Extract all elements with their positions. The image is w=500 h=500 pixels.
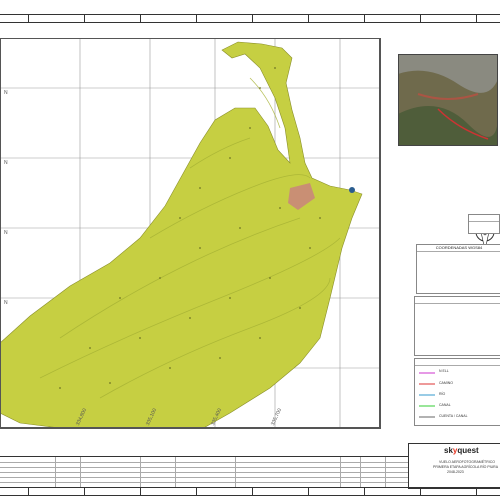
- frame-tick: [308, 488, 309, 495]
- frame-tick: [420, 488, 421, 495]
- skyquest-logo: skyquest: [444, 446, 479, 455]
- frame-tick: [364, 488, 365, 495]
- frame-tick: [28, 488, 29, 495]
- frame-tick: [196, 488, 197, 495]
- legend-item: CANAL: [439, 403, 451, 407]
- legend-item: CAMINO: [439, 381, 453, 385]
- frame-tick: [476, 15, 477, 22]
- scale-box: [468, 214, 500, 234]
- map-sidebar: COORDENADAS WGS84 N ELL CAMINO RÍO CANAL…: [384, 38, 500, 428]
- frame-tick: [252, 15, 253, 22]
- frame-tick: [476, 488, 477, 495]
- datum-box: [414, 296, 500, 356]
- location-inset-map: [398, 54, 498, 146]
- legend-box: N ELL CAMINO RÍO CANAL CUENTA / CANAL: [414, 358, 500, 426]
- frame-tick: [84, 15, 85, 22]
- map-canvas: 334,800 335,100 335,400 335,700 N N N N: [0, 38, 381, 429]
- frame-tick: [364, 15, 365, 22]
- frame-tick: [420, 15, 421, 22]
- frame-tick: [196, 15, 197, 22]
- frame-tick: [140, 488, 141, 495]
- coordinates-header: COORDENADAS WGS84: [417, 244, 500, 252]
- title-block: skyquest VUELO AEROFOTOGRAMÉTRICO PRIMER…: [408, 443, 500, 489]
- project-date: 2048-2023: [447, 470, 464, 474]
- y-coordinate-label: N: [4, 230, 8, 236]
- legend-item: N ELL: [439, 369, 449, 373]
- y-coordinate-label: N: [4, 90, 8, 96]
- legend-item: RÍO: [439, 392, 446, 396]
- legend-item: CUENTA / CANAL: [439, 414, 468, 418]
- terrain-area: [0, 41, 363, 428]
- frame-tick: [28, 15, 29, 22]
- coordinates-box: COORDENADAS WGS84: [416, 244, 500, 294]
- project-subtitle: PRIMERA ETAPA AGRÍCOLA RÍO PIURA: [433, 465, 499, 469]
- bottom-info-table: [0, 456, 408, 488]
- frame-tick: [252, 488, 253, 495]
- frame-tick: [308, 15, 309, 22]
- frame-tick: [84, 488, 85, 495]
- bottom-frame-ruler: [0, 487, 500, 496]
- frame-tick: [140, 15, 141, 22]
- project-title: VUELO AEROFOTOGRAMÉTRICO: [439, 460, 495, 464]
- y-coordinate-label: N: [4, 300, 8, 306]
- top-frame-ruler: [0, 14, 500, 23]
- legend-symbols: [419, 372, 435, 418]
- y-coordinate-label: N: [4, 160, 8, 166]
